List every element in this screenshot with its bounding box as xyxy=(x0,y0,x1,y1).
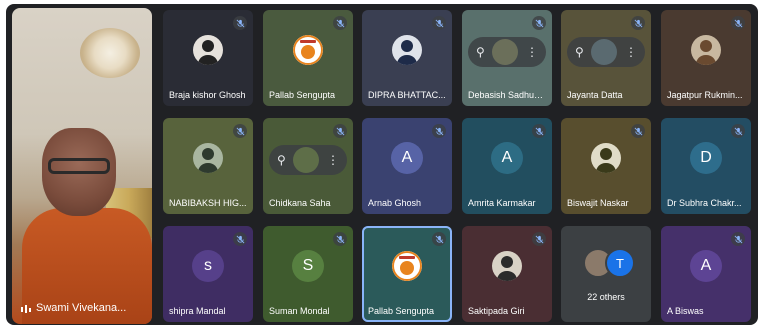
participant-name: NABIBAKSH HIG... xyxy=(169,198,247,208)
muted-mic-icon xyxy=(731,232,745,246)
speaker-background-window xyxy=(80,28,140,78)
muted-mic-icon xyxy=(233,232,247,246)
logo-avatar xyxy=(293,35,323,66)
participant-name: Suman Mondal xyxy=(269,306,330,316)
speaker-name-row: Swami Vivekana... xyxy=(20,302,126,314)
logo-avatar xyxy=(392,251,422,282)
tile-controls[interactable]: ⚲ ⋮ xyxy=(567,37,645,68)
avatar: A xyxy=(391,142,423,175)
participant-name: DIPRA BHATTAC... xyxy=(368,90,446,100)
avatar: D xyxy=(690,142,722,175)
participant-name: Pallab Sengupta xyxy=(368,306,435,316)
muted-mic-icon xyxy=(233,16,247,30)
speaker-name: Swami Vivekana... xyxy=(36,302,127,314)
participant-tile[interactable]: Braja kishor Ghosh xyxy=(163,10,253,106)
participant-tile[interactable]: ⚲ ⋮ Chidkana Saha xyxy=(263,118,353,214)
participant-tile[interactable]: ⚲ ⋮ Debasish Sadhuk... xyxy=(462,10,552,106)
avatar: S xyxy=(292,250,324,283)
participant-name: shipra Mandal xyxy=(169,306,226,316)
participant-tile[interactable]: A Amrita Karmakar xyxy=(462,118,552,214)
muted-mic-icon xyxy=(333,16,347,30)
participant-name: Saktipada Giri xyxy=(468,306,525,316)
participant-tile[interactable]: A Arnab Ghosh xyxy=(362,118,452,214)
muted-mic-icon xyxy=(631,16,645,30)
pin-icon[interactable]: ⚲ xyxy=(277,153,286,167)
participant-name: 22 others xyxy=(587,292,625,302)
participant-name: Dr Subhra Chakr... xyxy=(667,198,742,208)
avatar: s xyxy=(192,250,224,283)
muted-mic-icon xyxy=(532,16,546,30)
participant-name: Braja kishor Ghosh xyxy=(169,90,246,100)
avatar-photo xyxy=(193,143,223,174)
muted-mic-icon xyxy=(432,16,446,30)
avatar-photo xyxy=(492,251,522,282)
avatar-photo xyxy=(193,35,223,66)
speaker-audio-icon xyxy=(20,302,32,314)
participant-name: Pallab Sengupta xyxy=(269,90,336,100)
avatar-photo xyxy=(293,147,320,174)
muted-mic-icon xyxy=(731,124,745,138)
participant-name: Debasish Sadhuk... xyxy=(468,90,546,100)
avatar-photo xyxy=(691,35,721,66)
participant-tile[interactable]: S Suman Mondal xyxy=(263,226,353,322)
muted-mic-icon xyxy=(432,124,446,138)
tile-controls[interactable]: ⚲ ⋮ xyxy=(269,145,347,176)
participant-tile[interactable]: T 22 others xyxy=(561,226,651,322)
avatar: T xyxy=(605,248,635,278)
participant-name: Jagatpur Rukmin... xyxy=(667,90,743,100)
muted-mic-icon xyxy=(333,124,347,138)
participant-tile[interactable]: Pallab Sengupta xyxy=(362,226,452,322)
muted-mic-icon xyxy=(532,124,546,138)
avatar-photo xyxy=(591,143,621,174)
participant-tile[interactable]: DIPRA BHATTAC... xyxy=(362,10,452,106)
pin-icon[interactable]: ⚲ xyxy=(575,45,584,59)
participant-tile[interactable]: s shipra Mandal xyxy=(163,226,253,322)
muted-mic-icon xyxy=(532,232,546,246)
avatar-photo xyxy=(492,39,519,66)
participant-tile[interactable]: Jagatpur Rukmin... xyxy=(661,10,751,106)
speaker-glasses xyxy=(48,158,110,174)
muted-mic-icon xyxy=(233,124,247,138)
participant-name: Jayanta Datta xyxy=(567,90,623,100)
participant-name: Biswajit Naskar xyxy=(567,198,629,208)
participant-tile[interactable]: Biswajit Naskar xyxy=(561,118,651,214)
participant-tile[interactable]: ⚲ ⋮ Jayanta Datta xyxy=(561,10,651,106)
more-options-icon[interactable]: ⋮ xyxy=(327,154,339,166)
muted-mic-icon xyxy=(432,232,446,246)
muted-mic-icon xyxy=(731,16,745,30)
meeting-stage: Swami Vivekana... Braja kishor Ghosh Pall… xyxy=(0,0,762,327)
participant-tile[interactable]: D Dr Subhra Chakr... xyxy=(661,118,751,214)
participant-tile[interactable]: A A Biswas xyxy=(661,226,751,322)
avatar-photo xyxy=(591,39,618,66)
participant-name: Arnab Ghosh xyxy=(368,198,422,208)
avatar-photo xyxy=(392,35,422,66)
muted-mic-icon xyxy=(333,232,347,246)
participant-tile[interactable]: NABIBAKSH HIG... xyxy=(163,118,253,214)
avatar: A xyxy=(491,142,523,175)
avatar: A xyxy=(690,250,722,283)
participant-name: Chidkana Saha xyxy=(269,198,331,208)
participant-tile[interactable]: Saktipada Giri xyxy=(462,226,552,322)
participant-name: Amrita Karmakar xyxy=(468,198,536,208)
more-options-icon[interactable]: ⋮ xyxy=(625,46,637,58)
pin-icon[interactable]: ⚲ xyxy=(476,45,485,59)
more-options-icon[interactable]: ⋮ xyxy=(526,46,538,58)
speaker-tile[interactable]: Swami Vivekana... xyxy=(12,8,152,324)
tile-controls[interactable]: ⚲ ⋮ xyxy=(468,37,546,68)
participant-tile[interactable]: Pallab Sengupta xyxy=(263,10,353,106)
muted-mic-icon xyxy=(631,124,645,138)
participant-name: A Biswas xyxy=(667,306,704,316)
